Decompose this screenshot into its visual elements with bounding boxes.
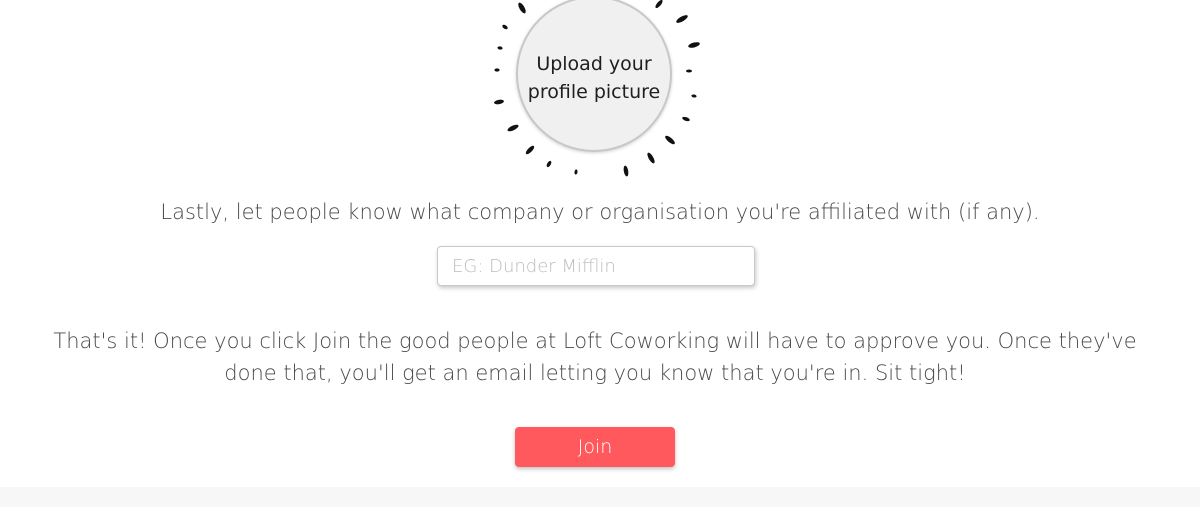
join-button[interactable]: Join: [515, 427, 675, 467]
upload-profile-picture-label: Upload your profile picture: [527, 53, 661, 103]
affiliation-prompt: Lastly, let people know what company or …: [160, 200, 1040, 224]
page-footer-strip: [0, 487, 1200, 507]
upload-profile-picture-button[interactable]: Upload your profile picture: [516, 0, 672, 152]
company-input[interactable]: [437, 246, 755, 286]
approval-info-text: That's it! Once you click Join the good …: [53, 329, 1137, 385]
